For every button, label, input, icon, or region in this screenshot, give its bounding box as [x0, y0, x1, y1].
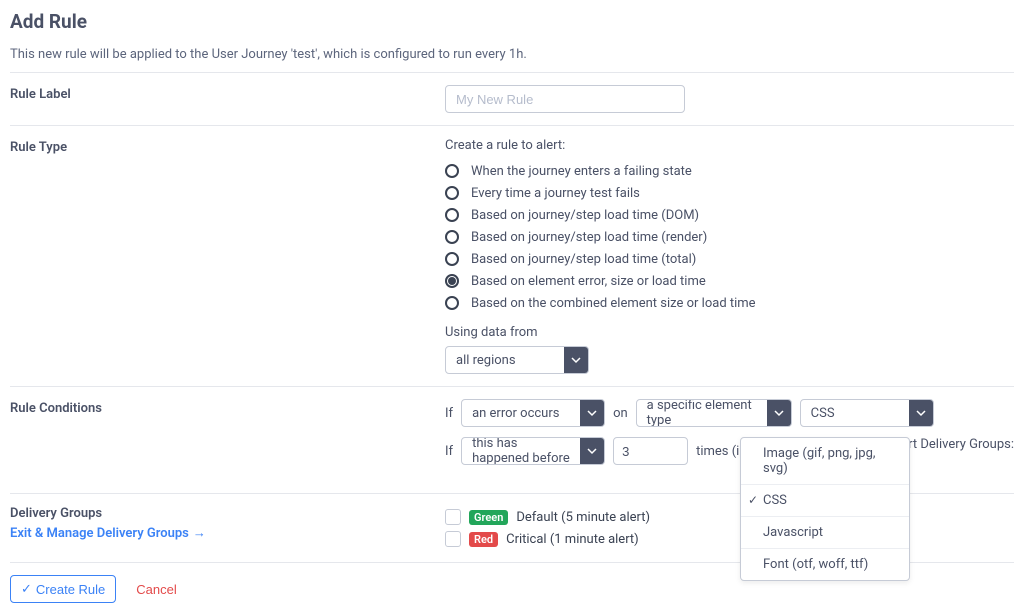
delivery-group-checkbox[interactable]: [445, 531, 461, 547]
rule-type-option-label: Based on the combined element size or lo…: [471, 296, 756, 311]
chevron-down-icon: [564, 347, 588, 373]
rule-type-option-label: Based on element error, size or load tim…: [471, 274, 706, 289]
radio-icon: [445, 274, 459, 288]
radio-icon: [445, 252, 459, 266]
rule-type-option[interactable]: When the journey enters a failing state: [445, 161, 1014, 181]
rule-label-heading: Rule Label: [10, 85, 445, 113]
dropdown-item[interactable]: Image (gif, png, jpg, svg): [741, 438, 909, 484]
rule-type-option[interactable]: Every time a journey test fails: [445, 183, 1014, 203]
rule-type-heading: Rule Type: [10, 138, 445, 374]
rule-label-input[interactable]: [445, 85, 685, 113]
using-data-label: Using data from: [445, 325, 1014, 340]
delivery-group-badge: Green: [469, 510, 508, 525]
on-label: on: [613, 406, 628, 421]
using-data-select[interactable]: all regions: [445, 346, 589, 374]
radio-icon: [445, 208, 459, 222]
rule-type-intro: Create a rule to alert:: [445, 138, 1014, 153]
element-type-dropdown[interactable]: Image (gif, png, jpg, svg)✓CSSJavascript…: [740, 437, 910, 581]
section-rule-label: Rule Label: [10, 73, 1014, 125]
rule-conditions-heading: Rule Conditions: [10, 399, 445, 475]
arrow-right-icon: →: [193, 525, 206, 541]
rule-type-option-label: Based on journey/step load time (total): [471, 252, 696, 267]
rule-type-option[interactable]: Based on journey/step load time (DOM): [445, 205, 1014, 225]
rule-type-option[interactable]: Based on the combined element size or lo…: [445, 293, 1014, 313]
rule-type-option[interactable]: Based on journey/step load time (total): [445, 249, 1014, 269]
chevron-down-icon: [580, 438, 604, 464]
create-rule-button[interactable]: ✓ Create Rule: [10, 575, 116, 603]
rule-type-option[interactable]: Based on element error, size or load tim…: [445, 271, 1014, 291]
chevron-down-icon: [767, 400, 791, 426]
if-label: If: [445, 406, 453, 421]
rule-type-option-label: Every time a journey test fails: [471, 186, 640, 201]
times-count-input[interactable]: [613, 437, 688, 465]
delivery-group-checkbox[interactable]: [445, 509, 461, 525]
radio-icon: [445, 296, 459, 310]
delivery-groups-heading: Delivery Groups: [10, 506, 445, 521]
check-icon: ✓: [748, 493, 758, 507]
section-rule-type: Rule Type Create a rule to alert: When t…: [10, 126, 1014, 386]
section-rule-conditions: Rule Conditions If an error occurs on a …: [10, 387, 1014, 493]
delivery-group-row: Green Default (5 minute alert): [445, 506, 1014, 528]
page-title: Add Rule: [10, 10, 1014, 33]
delivery-group-label: Critical (1 minute alert): [506, 532, 639, 547]
delivery-group-badge: Red: [469, 532, 498, 547]
delivery-group-label: Default (5 minute alert): [516, 510, 650, 525]
using-data-value: all regions: [446, 347, 564, 373]
chevron-down-icon: [909, 400, 933, 426]
radio-icon: [445, 230, 459, 244]
delivery-group-row: Red Critical (1 minute alert): [445, 528, 1014, 550]
rule-type-option[interactable]: Based on journey/step load time (render): [445, 227, 1014, 247]
condition-select-2[interactable]: a specific element type: [636, 399, 792, 427]
rule-type-option-label: Based on journey/step load time (render): [471, 230, 707, 245]
condition-select-3[interactable]: CSS: [800, 399, 934, 427]
dropdown-item[interactable]: ✓CSS: [741, 484, 909, 516]
radio-icon: [445, 164, 459, 178]
condition-select-1[interactable]: an error occurs: [461, 399, 605, 427]
radio-icon: [445, 186, 459, 200]
chevron-down-icon: [580, 400, 604, 426]
if-label-2: If: [445, 444, 453, 459]
dropdown-item[interactable]: Font (otf, woff, ttf): [741, 548, 909, 580]
cancel-button[interactable]: Cancel: [130, 581, 182, 598]
page-subhead: This new rule will be applied to the Use…: [10, 47, 1014, 62]
condition-select-4[interactable]: this has happened before: [461, 437, 605, 465]
exit-manage-delivery-link[interactable]: Exit & Manage Delivery Groups →: [10, 525, 206, 541]
rule-type-option-label: Based on journey/step load time (DOM): [471, 208, 699, 223]
rule-type-option-label: When the journey enters a failing state: [471, 164, 692, 179]
check-icon: ✓: [21, 581, 32, 597]
dropdown-item[interactable]: Javascript: [741, 516, 909, 548]
